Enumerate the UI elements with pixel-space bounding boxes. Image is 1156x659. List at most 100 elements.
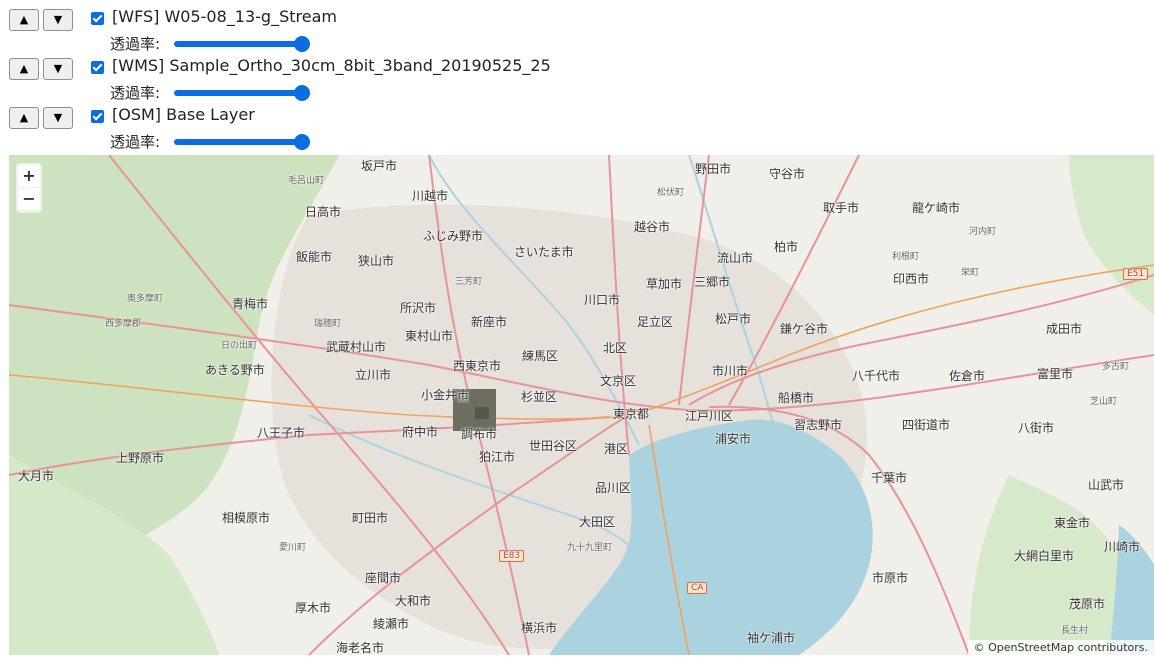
place-label: 西多摩郡 (105, 319, 142, 329)
place-label: 町田市 (352, 511, 389, 525)
place-label: 大網白里市 (1014, 549, 1075, 563)
forest-area (969, 475, 1119, 655)
place-label: 港区 (604, 442, 629, 456)
place-label: 狭山市 (358, 254, 395, 268)
place-label: 文京区 (600, 374, 637, 388)
place-label: 茂原市 (1069, 597, 1106, 611)
place-label: 八千代市 (852, 369, 901, 383)
opacity-row-osm: 透過率: (110, 131, 410, 153)
place-label: 海老名市 (336, 641, 385, 655)
place-label: 所沢市 (400, 301, 437, 315)
place-label: 武蔵村山市 (326, 340, 387, 354)
place-label: 奥多摩町 (127, 294, 164, 304)
opacity-slider[interactable] (174, 36, 310, 52)
place-label: 足立区 (637, 315, 674, 329)
move-layer-up-button[interactable]: ▲ (9, 9, 39, 31)
slider-track (174, 41, 302, 47)
slider-thumb[interactable] (294, 134, 310, 150)
place-label: 世田谷区 (529, 439, 578, 453)
place-label: 野田市 (695, 162, 732, 176)
place-label: 多古町 (1102, 362, 1130, 372)
place-label: 調布市 (461, 427, 498, 441)
place-label: 狛江市 (479, 450, 516, 464)
place-label: 練馬区 (522, 349, 559, 363)
place-label: 利根町 (892, 252, 920, 262)
slider-thumb[interactable] (294, 85, 310, 101)
place-label: 九十九里町 (567, 543, 613, 553)
place-label: 龍ケ崎市 (912, 201, 961, 215)
forest-area (1069, 155, 1154, 315)
place-label: 日高市 (305, 205, 342, 219)
place-label: 府中市 (402, 425, 439, 439)
slider-track (174, 90, 302, 96)
place-label: 鎌ケ谷市 (780, 322, 829, 336)
opacity-row-wms: 透過率: (110, 82, 410, 104)
move-layer-up-button[interactable]: ▲ (9, 58, 39, 80)
layer-name: [WMS] Sample_Ortho_30cm_8bit_3band_20190… (112, 56, 551, 75)
place-label: ふじみ野市 (423, 229, 484, 243)
move-layer-down-button[interactable]: ▼ (43, 107, 73, 129)
opacity-slider[interactable] (174, 85, 310, 101)
place-label: 杉並区 (521, 390, 558, 404)
zoom-in-button[interactable]: + (18, 165, 40, 187)
place-label: CA (687, 582, 708, 594)
place-label: 守谷市 (769, 167, 806, 181)
layer-visibility-checkbox[interactable] (91, 110, 104, 123)
place-label: 山武市 (1088, 478, 1125, 492)
place-label: 長生村 (1061, 626, 1089, 636)
layer-row-wms: ▲ ▼ [WMS] Sample_Ortho_30cm_8bit_3band_2… (9, 56, 709, 82)
opacity-label: 透過率: (110, 35, 161, 53)
layer-name: [OSM] Base Layer (112, 105, 255, 124)
slider-track (174, 139, 302, 145)
place-label: 川越市 (412, 189, 449, 203)
slider-thumb[interactable] (294, 36, 310, 52)
opacity-label: 透過率: (110, 84, 161, 102)
zoom-control: + − (16, 163, 42, 213)
place-label: 流山市 (717, 251, 754, 265)
place-label: 印西市 (893, 272, 930, 286)
place-label: 松戸市 (715, 312, 752, 326)
place-label: 習志野市 (794, 418, 843, 432)
place-label: 愛川町 (279, 543, 307, 553)
place-label: E51 (1123, 268, 1149, 280)
move-layer-down-button[interactable]: ▼ (43, 9, 73, 31)
place-label: 三郷市 (694, 275, 731, 289)
move-layer-up-button[interactable]: ▲ (9, 107, 39, 129)
place-label: 袖ケ浦市 (747, 631, 796, 645)
place-label: 瑞穂町 (314, 319, 342, 329)
opacity-label: 透過率: (110, 133, 161, 151)
place-label: 越谷市 (634, 220, 671, 234)
map-viewport[interactable]: 坂戸市 川越市 野田市 守谷市 毛呂山町 松伏町 日高市 ふじみ野市 越谷市 取手市 龍ケ崎市 さいた… (9, 155, 1154, 655)
place-label: 取手市 (823, 201, 860, 215)
ortho-image-patch (475, 407, 489, 419)
map-attribution: © OpenStreetMap contributors. (967, 640, 1154, 655)
place-label: 大田区 (579, 515, 616, 529)
layer-name: [WFS] W05-08_13-g_Stream (112, 7, 337, 26)
opacity-slider[interactable] (174, 134, 310, 150)
place-label: 厚木市 (295, 601, 332, 615)
place-label: 芝山町 (1090, 397, 1118, 407)
layer-visibility-checkbox[interactable] (91, 61, 104, 74)
place-label: 四街道市 (902, 418, 951, 432)
layer-row-wfs: ▲ ▼ [WFS] W05-08_13-g_Stream (9, 7, 709, 33)
place-label: 三芳町 (455, 277, 483, 287)
place-label: 川崎市 (1104, 540, 1141, 554)
place-label: 千葉市 (871, 471, 908, 485)
place-label: 横浜市 (521, 621, 558, 635)
place-label: 北区 (603, 341, 628, 355)
place-label: 川口市 (584, 293, 621, 307)
place-label: 飯能市 (296, 250, 333, 264)
opacity-row-wfs: 透過率: (110, 33, 410, 55)
place-label: 坂戸市 (361, 159, 398, 173)
zoom-out-button[interactable]: − (18, 188, 40, 210)
place-label: 立川市 (355, 368, 392, 382)
place-label: 新座市 (471, 315, 508, 329)
place-label: 大月市 (18, 469, 55, 483)
place-label: 品川区 (595, 481, 632, 495)
place-label: 八王子市 (257, 426, 306, 440)
place-label: 成田市 (1046, 322, 1083, 336)
place-label: 江戸川区 (685, 409, 734, 423)
move-layer-down-button[interactable]: ▼ (43, 58, 73, 80)
place-label: 相模原市 (222, 511, 271, 525)
layer-visibility-checkbox[interactable] (91, 12, 104, 25)
